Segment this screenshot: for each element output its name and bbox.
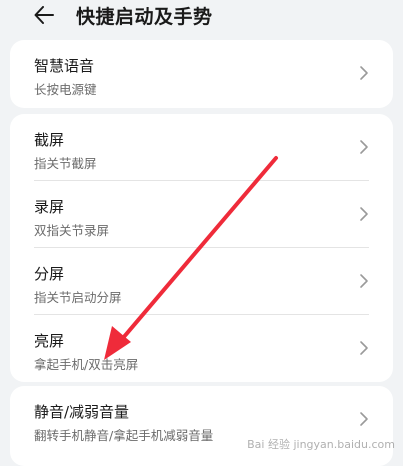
list-item-split-screen[interactable]: 分屏 指关节启动分屏 (10, 248, 393, 315)
item-title: 分屏 (34, 265, 65, 283)
list-item-screenshot[interactable]: 截屏 指关节截屏 (10, 114, 393, 181)
chevron-right-icon (360, 140, 368, 154)
item-title: 智慧语音 (34, 57, 95, 75)
header-bar: 快捷启动及手势 (0, 0, 403, 34)
list-item-smart-voice[interactable]: 智慧语音 长按电源键 (10, 40, 393, 107)
back-button[interactable] (26, 0, 62, 30)
settings-card-voice: 智慧语音 长按电源键 (10, 40, 393, 108)
item-title: 截屏 (34, 131, 65, 149)
chevron-right-icon (360, 412, 368, 426)
back-arrow-icon (34, 6, 54, 24)
item-subtitle: 长按电源键 (34, 82, 97, 97)
item-subtitle: 拿起手机/双击亮屏 (34, 357, 139, 372)
chevron-right-icon (360, 341, 368, 355)
watermark: Bai 经验 jingyan.baidu.com (247, 438, 395, 451)
item-title: 静音/减弱音量 (34, 403, 130, 421)
chevron-right-icon (360, 66, 368, 80)
list-item-screen-record[interactable]: 录屏 双指关节录屏 (10, 181, 393, 248)
list-item-wake-screen[interactable]: 亮屏 拿起手机/双击亮屏 (10, 315, 393, 382)
settings-card-gestures: 截屏 指关节截屏 录屏 双指关节录屏 分屏 指关节启动分屏 亮屏 拿起手机/双击… (10, 114, 393, 382)
item-title: 录屏 (34, 198, 65, 216)
item-subtitle: 翻转手机静音/拿起手机减弱音量 (34, 428, 214, 443)
item-subtitle: 指关节截屏 (34, 156, 97, 171)
chevron-right-icon (360, 274, 368, 288)
item-title: 亮屏 (34, 332, 65, 350)
item-subtitle: 指关节启动分屏 (34, 290, 122, 305)
chevron-right-icon (360, 207, 368, 221)
page-title: 快捷启动及手势 (76, 6, 213, 28)
item-subtitle: 双指关节录屏 (34, 223, 110, 238)
settings-card-volume: 静音/减弱音量 翻转手机静音/拿起手机减弱音量 (10, 386, 393, 466)
